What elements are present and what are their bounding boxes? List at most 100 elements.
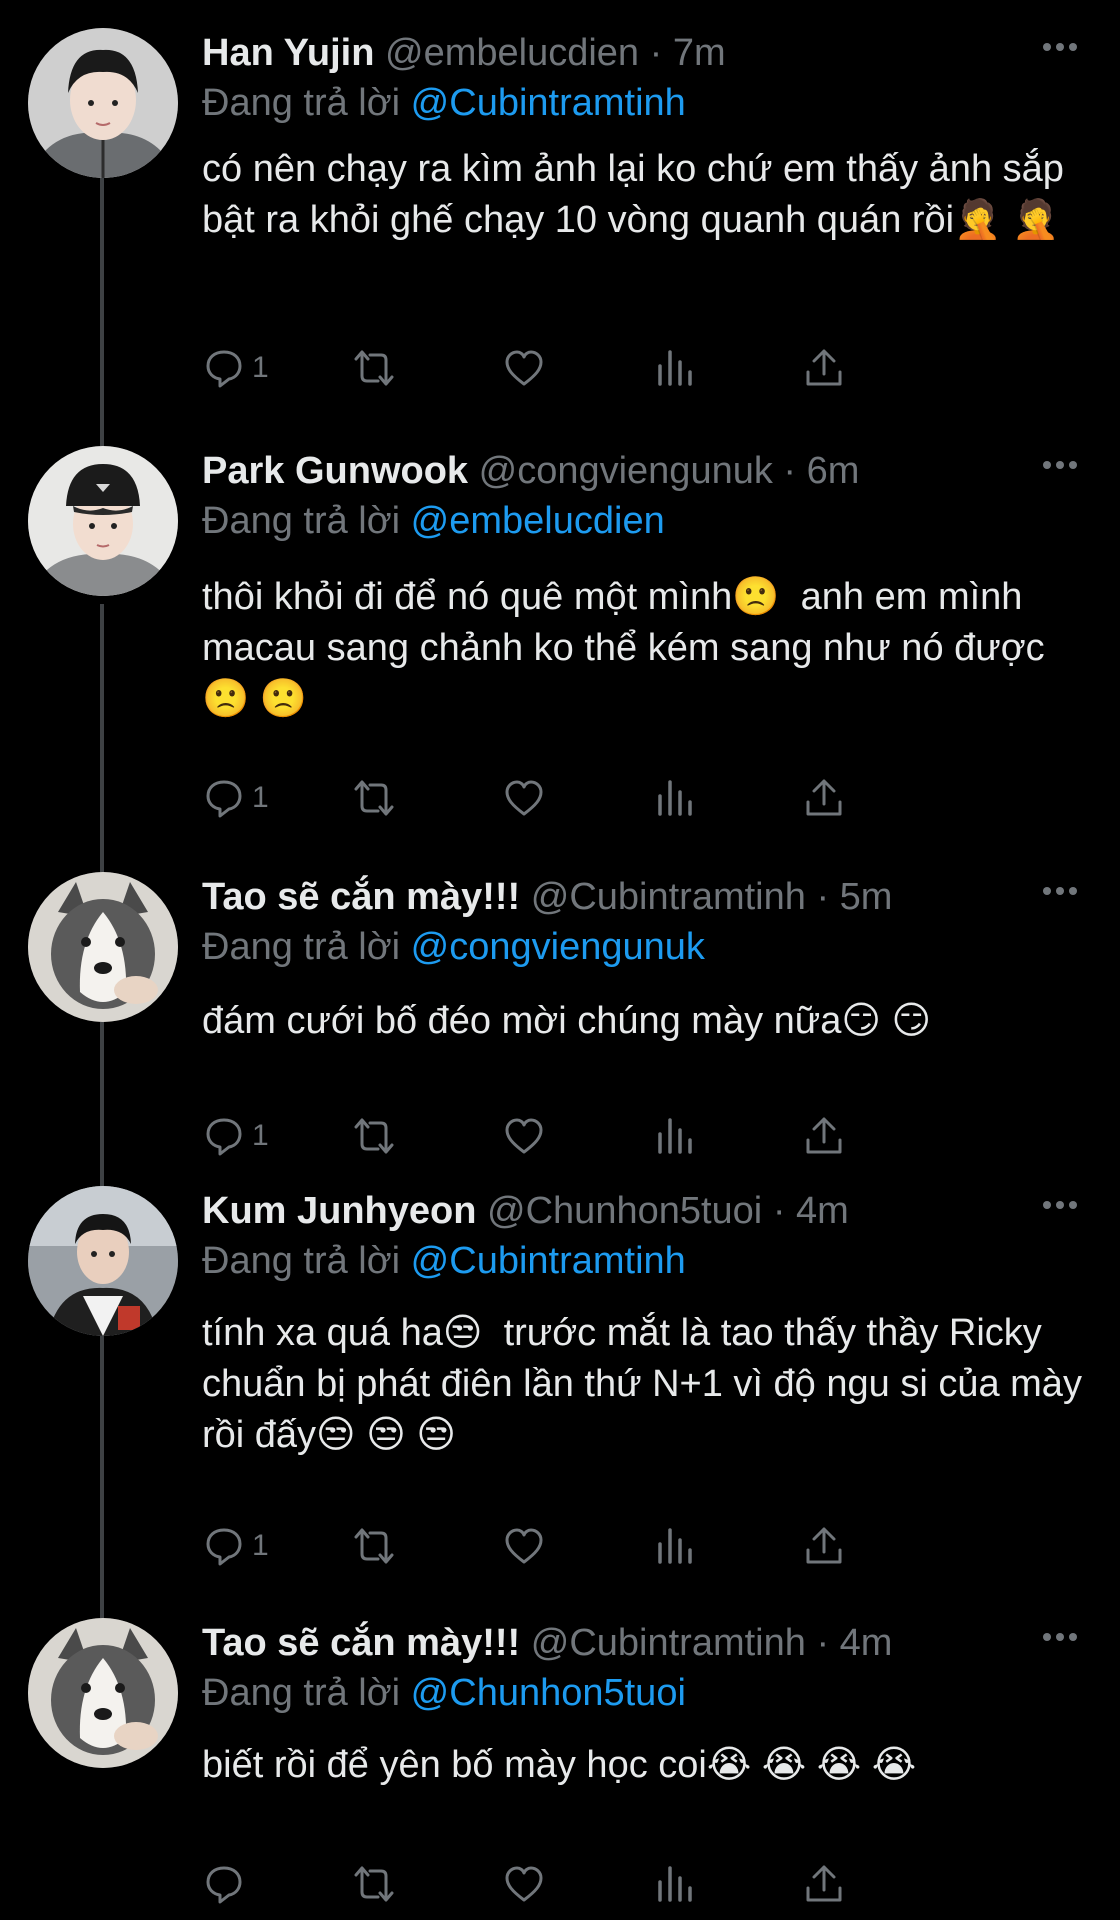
analytics-button[interactable]	[652, 1524, 696, 1568]
reply-bubble-icon	[206, 1528, 242, 1566]
share-button[interactable]	[802, 1862, 846, 1906]
tweet-actions: 1	[202, 1524, 1002, 1568]
analytics-button[interactable]	[652, 1862, 696, 1906]
tweet-text: có nên chạy ra kìm ảnh lại ko chứ em thấ…	[202, 148, 1075, 241]
reply-button[interactable]	[202, 1862, 252, 1906]
tweet-text: đám cưới bố đéo mời chúng mày nữa😏 😏	[202, 1000, 932, 1042]
like-button[interactable]	[502, 1114, 546, 1158]
heart-icon	[505, 1866, 543, 1902]
display-name[interactable]: Tao sẽ cắn mày!!!	[202, 1622, 520, 1664]
reply-button[interactable]: 1	[202, 776, 269, 820]
like-button[interactable]	[502, 776, 546, 820]
replying-to: Đang trả lời @congviengunuk	[202, 922, 705, 972]
avatar[interactable]	[28, 446, 178, 596]
retweet-button[interactable]	[352, 1114, 396, 1158]
analytics-bars-icon	[658, 1866, 692, 1902]
display-name[interactable]: Han Yujin	[202, 32, 374, 74]
replying-to: Đang trả lời @Cubintramtinh	[202, 1236, 686, 1286]
heart-icon	[505, 780, 543, 816]
thread-line	[100, 604, 104, 874]
share-button[interactable]	[802, 346, 846, 390]
avatar[interactable]	[28, 872, 178, 1022]
tweet-header: Park Gunwook @congviengunuk · 6m	[202, 446, 859, 496]
reply-bubble-icon	[206, 1866, 242, 1904]
avatar[interactable]	[28, 1618, 178, 1768]
reply-bubble-icon	[206, 350, 242, 388]
heart-icon	[505, 1528, 543, 1564]
replying-to-label: Đang trả lời	[202, 82, 401, 124]
user-handle[interactable]: @embelucdien	[385, 32, 639, 74]
share-button[interactable]	[802, 1524, 846, 1568]
replying-to-label: Đang trả lời	[202, 500, 401, 542]
tweet-text: thôi khỏi đi để nó quê một mình🙁 anh em …	[202, 576, 1045, 720]
timestamp[interactable]: 7m	[673, 32, 726, 74]
share-upload-icon	[806, 349, 842, 386]
reply-bubble-icon	[206, 1118, 242, 1156]
avatar[interactable]	[28, 28, 178, 178]
reply-button[interactable]: 1	[202, 1114, 269, 1158]
retweet-button[interactable]	[352, 1862, 396, 1906]
tweet-header: Tao sẽ cắn mày!!! @Cubintramtinh · 5m	[202, 872, 892, 922]
replying-to: Đang trả lời @Cubintramtinh	[202, 78, 686, 128]
heart-icon	[505, 1118, 543, 1154]
more-dots-icon[interactable]	[1040, 1198, 1080, 1212]
share-upload-icon	[806, 1527, 842, 1564]
tweet-actions: 1	[202, 1114, 1002, 1158]
more-dots-icon[interactable]	[1040, 1630, 1080, 1644]
timestamp[interactable]: 4m	[796, 1190, 849, 1232]
retweet-icon	[354, 1118, 394, 1154]
retweet-icon	[354, 350, 394, 386]
analytics-bars-icon	[658, 1528, 692, 1564]
timestamp[interactable]: 6m	[807, 450, 860, 492]
replying-to-handle[interactable]: @congviengunuk	[411, 926, 705, 968]
tweet-text: biết rồi để yên bố mày học coi😭 😭 😭 😭	[202, 1744, 917, 1786]
tweet-actions: 1	[202, 776, 1002, 820]
display-name[interactable]: Park Gunwook	[202, 450, 468, 492]
replying-to-handle[interactable]: @Chunhon5tuoi	[411, 1672, 686, 1714]
retweet-icon	[354, 1866, 394, 1902]
retweet-button[interactable]	[352, 346, 396, 390]
user-handle[interactable]: @Chunhon5tuoi	[487, 1190, 762, 1232]
more-dots-icon[interactable]	[1040, 458, 1080, 472]
display-name[interactable]: Tao sẽ cắn mày!!!	[202, 876, 520, 918]
timestamp[interactable]: 5m	[840, 876, 893, 918]
user-handle[interactable]: @Cubintramtinh	[531, 1622, 806, 1664]
like-button[interactable]	[502, 1862, 546, 1906]
reply-thread: Han Yujin @embelucdien · 7m Đang trả lời…	[0, 0, 1120, 1920]
replying-to-handle[interactable]: @Cubintramtinh	[411, 82, 686, 124]
more-dots-icon[interactable]	[1040, 884, 1080, 898]
analytics-button[interactable]	[652, 776, 696, 820]
replying-to-handle[interactable]: @Cubintramtinh	[411, 1240, 686, 1282]
reply-button[interactable]: 1	[202, 1524, 269, 1568]
share-button[interactable]	[802, 1114, 846, 1158]
user-handle[interactable]: @congviengunuk	[479, 450, 773, 492]
reply-count: 1	[252, 1529, 269, 1562]
analytics-button[interactable]	[652, 1114, 696, 1158]
share-upload-icon	[806, 779, 842, 816]
like-button[interactable]	[502, 346, 546, 390]
user-handle[interactable]: @Cubintramtinh	[531, 876, 806, 918]
retweet-button[interactable]	[352, 1524, 396, 1568]
heart-icon	[505, 350, 543, 386]
replying-to: Đang trả lời @embelucdien	[202, 496, 665, 546]
retweet-icon	[354, 780, 394, 816]
share-button[interactable]	[802, 776, 846, 820]
display-name[interactable]: Kum Junhyeon	[202, 1190, 476, 1232]
reply-button[interactable]: 1	[202, 346, 269, 390]
replying-to-handle[interactable]: @embelucdien	[411, 500, 665, 542]
analytics-button[interactable]	[652, 346, 696, 390]
reply-count: 1	[252, 1119, 269, 1152]
more-dots-icon[interactable]	[1040, 40, 1080, 54]
separator: ·	[772, 1190, 786, 1232]
avatar[interactable]	[28, 1186, 178, 1336]
retweet-button[interactable]	[352, 776, 396, 820]
like-button[interactable]	[502, 1524, 546, 1568]
thread-line	[100, 176, 104, 446]
share-upload-icon	[806, 1117, 842, 1154]
separator: ·	[816, 876, 830, 918]
thread-line	[100, 1334, 104, 1618]
tweet-actions: 1	[202, 346, 1002, 390]
replying-to-label: Đang trả lời	[202, 926, 401, 968]
timestamp[interactable]: 4m	[840, 1622, 893, 1664]
tweet-header: Kum Junhyeon @Chunhon5tuoi · 4m	[202, 1186, 849, 1236]
